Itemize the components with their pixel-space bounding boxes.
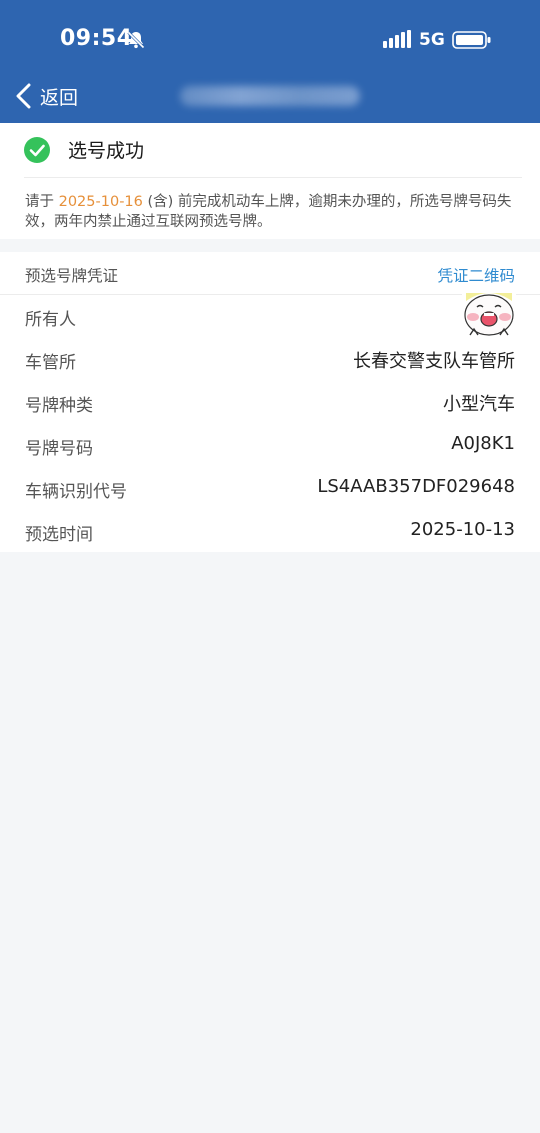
network-type: 5G (419, 30, 445, 50)
certificate-header: 预选号牌凭证 凭证二维码 (0, 252, 540, 295)
vin-value: LS4AAB357DF029648 (317, 476, 515, 497)
plate-number-value: A0J8K1 (451, 433, 515, 454)
cellular-signal-icon (383, 30, 411, 48)
battery-icon (452, 31, 491, 49)
deadline-notice: 请于 2025-10-16 (含) 前完成机动车上牌，逾期未办理的，所选号牌号码… (25, 192, 515, 232)
info-row-plate-type: 号牌种类 小型汽车 (0, 381, 540, 424)
notice-prefix: 请于 (25, 194, 59, 210)
back-label: 返回 (40, 86, 79, 109)
success-card: 选号成功 请于 2025-10-16 (含) 前完成机动车上牌，逾期未办理的，所… (0, 123, 540, 239)
chevron-left-icon (16, 83, 31, 109)
success-title: 选号成功 (68, 140, 145, 162)
info-row-vehicle-office: 车管所 长春交警支队车管所 (0, 338, 540, 381)
certificate-title: 预选号牌凭证 (25, 267, 119, 285)
app-header: 09:54 5G 返回 (0, 0, 540, 123)
certificate-card: 预选号牌凭证 凭证二维码 所有人 车管所 长春交警支队车管所 号牌种类 小型汽车… (0, 252, 540, 552)
status-time: 09:54 (60, 26, 133, 51)
divider (24, 177, 522, 178)
qr-code-link[interactable]: 凭证二维码 (437, 264, 515, 286)
plate-type-value: 小型汽车 (443, 394, 515, 415)
vin-label: 车辆识别代号 (25, 482, 127, 502)
deadline-date: 2025-10-16 (58, 194, 143, 210)
success-row: 选号成功 (24, 136, 144, 163)
info-row-vin: 车辆识别代号 LS4AAB357DF029648 (0, 467, 540, 510)
info-row-plate-number: 号牌号码 A0J8K1 (0, 424, 540, 467)
plate-number-label: 号牌号码 (25, 439, 93, 459)
vehicle-office-value: 长春交警支队车管所 (353, 351, 515, 372)
back-button[interactable]: 返回 (14, 80, 78, 112)
check-circle-icon (24, 136, 50, 163)
plate-type-label: 号牌种类 (25, 396, 93, 416)
owner-label: 所有人 (25, 310, 76, 330)
selection-time-label: 预选时间 (25, 525, 93, 545)
bell-slash-icon (127, 31, 145, 49)
vehicle-office-label: 车管所 (25, 353, 76, 373)
blurred-page-title (180, 86, 360, 106)
info-row-owner: 所有人 (0, 289, 540, 341)
selection-time-value: 2025-10-13 (410, 519, 515, 540)
sticker-overlay-icon (462, 289, 516, 341)
info-row-selection-time: 预选时间 2025-10-13 (0, 510, 540, 553)
